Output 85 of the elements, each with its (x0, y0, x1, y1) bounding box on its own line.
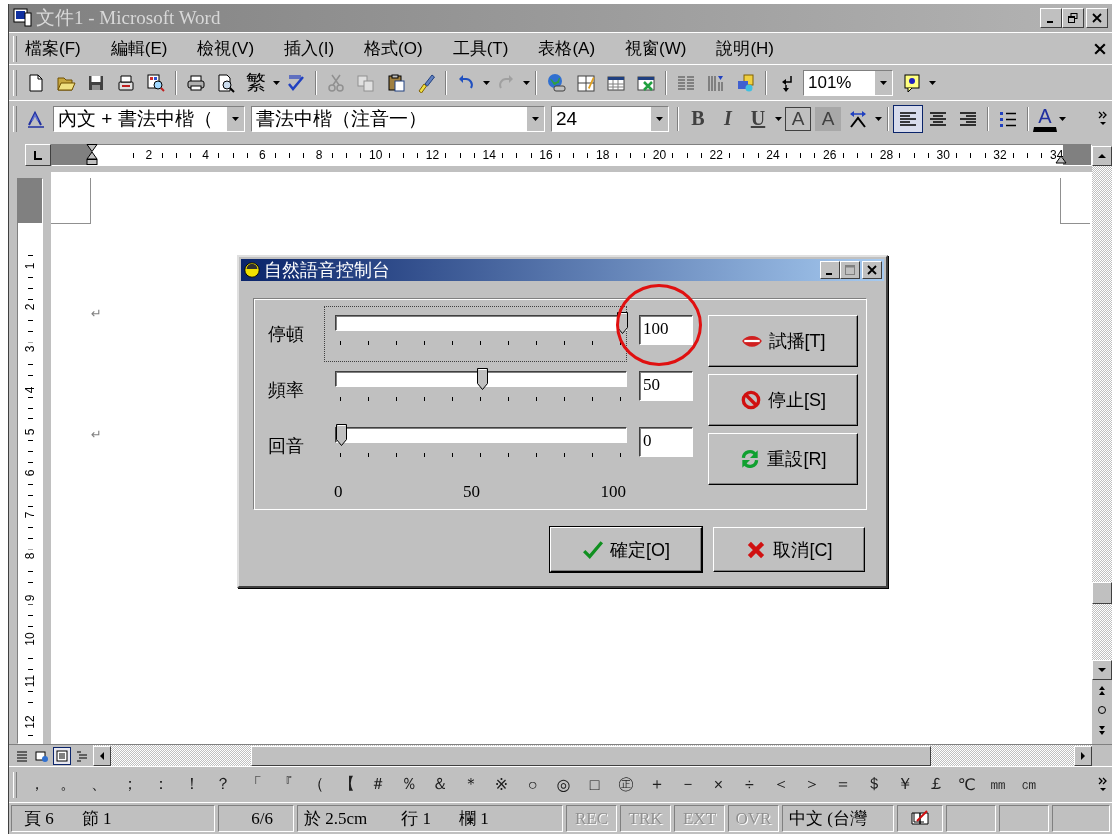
mode-indicator: EXT (674, 805, 725, 832)
symbol-button[interactable]: ？ (207, 770, 238, 799)
ruler-number: 24 (763, 148, 783, 162)
menu-item[interactable]: 格式(O) (360, 35, 427, 62)
conversion-button[interactable]: 繁 (241, 68, 271, 97)
paragraph-mark: ↵ (91, 306, 103, 321)
zoom-dropdown[interactable]: 101% (803, 69, 893, 96)
cursor-position: 於 2.5cm (304, 808, 368, 830)
menu-item[interactable]: 視窗(W) (621, 35, 691, 62)
symbol-button[interactable]: 。 (52, 770, 83, 799)
symbol-button[interactable]: ㎜ (982, 770, 1013, 799)
paragraph-mark: ↵ (91, 427, 103, 442)
symbol-button[interactable]: ＝ (827, 770, 858, 799)
symbol-button[interactable]: ℃ (951, 770, 982, 799)
style-dropdown[interactable]: 內文 + 書法中楷（ (53, 105, 245, 132)
page-number: 頁 6 (24, 808, 54, 830)
symbol-button[interactable]: － (672, 770, 703, 799)
dialog-button[interactable]: 重設[R] (708, 433, 858, 485)
symbol-button[interactable]: ： (145, 770, 176, 799)
menu-item[interactable]: 檔案(F) (21, 35, 85, 62)
symbol-button[interactable]: 『 (269, 770, 300, 799)
italic-button[interactable]: I (713, 104, 743, 133)
symbol-button[interactable]: ○ (517, 770, 548, 799)
symbol-button[interactable]: ㎝ (1013, 770, 1044, 799)
dialog-button[interactable]: 取消[C] (713, 527, 865, 572)
symbol-button[interactable]: ； (114, 770, 145, 799)
menu-item[interactable]: 表格(A) (534, 35, 600, 62)
value-field[interactable]: 50 (639, 371, 693, 401)
slider-label: 回音 (268, 435, 305, 458)
symbol-button[interactable]: ￥ (889, 770, 920, 799)
value-field[interactable]: 0 (639, 427, 693, 457)
language-indicator: 中文 (台灣 (782, 805, 894, 832)
symbol-button[interactable]: ㊣ (610, 770, 641, 799)
symbol-button[interactable]: ＃ (362, 770, 393, 799)
symbol-button[interactable]: ， (21, 770, 52, 799)
value-field[interactable]: 100 (639, 315, 693, 345)
symbol-button[interactable]: × (703, 770, 734, 799)
font-size-dropdown[interactable]: 24 (551, 105, 669, 132)
character-border-button[interactable]: A (785, 106, 811, 131)
page-count: 6/6 (218, 805, 294, 832)
symbol-button[interactable]: 【 (331, 770, 362, 799)
symbol-button[interactable]: ＜ (765, 770, 796, 799)
symbol-button[interactable]: ◎ (548, 770, 579, 799)
dialog-button[interactable]: 試播[T] (708, 315, 858, 367)
symbol-button[interactable]: ＆ (424, 770, 455, 799)
window-title: 文件1 - Microsoft Word (36, 6, 222, 30)
symbol-button[interactable]: □ (579, 770, 610, 799)
font-dropdown[interactable]: 書法中楷（注音一） (251, 105, 545, 132)
ruler-number: 3 (23, 342, 37, 356)
scale-label: 100 (600, 481, 626, 502)
symbol-button[interactable]: （ (300, 770, 331, 799)
symbol-button[interactable]: 、 (83, 770, 114, 799)
ruler-number: 4 (199, 148, 212, 162)
menu-item[interactable]: 插入(I) (280, 35, 339, 62)
ruler-number: 32 (990, 148, 1010, 162)
menu-item[interactable]: 工具(T) (448, 35, 513, 62)
mode-indicator: OVR (728, 805, 779, 832)
symbol-button[interactable]: ！ (176, 770, 207, 799)
slider-label: 停頓 (268, 323, 305, 346)
symbol-button[interactable]: ＞ (796, 770, 827, 799)
ruler-number: 10 (23, 629, 37, 649)
bold-button[interactable]: B (683, 104, 713, 133)
symbol-button[interactable]: ＋ (641, 770, 672, 799)
symbol-button[interactable]: ※ (486, 770, 517, 799)
symbol-button[interactable]: ￡ (920, 770, 951, 799)
symbol-button[interactable]: ％ (393, 770, 424, 799)
slider-label: 頻率 (268, 379, 305, 402)
dialog-button[interactable]: 停止[S] (708, 374, 858, 426)
symbol-button[interactable]: ＄ (858, 770, 889, 799)
dialog-button[interactable]: 確定[O] (550, 527, 702, 572)
menu-item[interactable]: 說明(H) (712, 35, 779, 62)
menu-item[interactable]: 檢視(V) (193, 35, 259, 62)
font-color-button[interactable]: A (1033, 105, 1057, 132)
line-number: 行 1 (401, 808, 432, 830)
column-number: 欄 1 (459, 808, 489, 830)
character-shading-button[interactable]: A (815, 106, 841, 131)
scale-label: 0 (334, 481, 343, 502)
underline-button[interactable]: U (743, 104, 773, 133)
symbol-button[interactable]: ＊ (455, 770, 486, 799)
symbol-button[interactable]: ÷ (734, 770, 765, 799)
section-number: 節 1 (81, 808, 112, 830)
scale-label: 50 (463, 481, 480, 502)
menu-item[interactable]: 編輯(E) (106, 35, 172, 62)
dialog-title: 自然語音控制台 (264, 259, 391, 282)
symbol-button[interactable]: 「 (238, 770, 269, 799)
